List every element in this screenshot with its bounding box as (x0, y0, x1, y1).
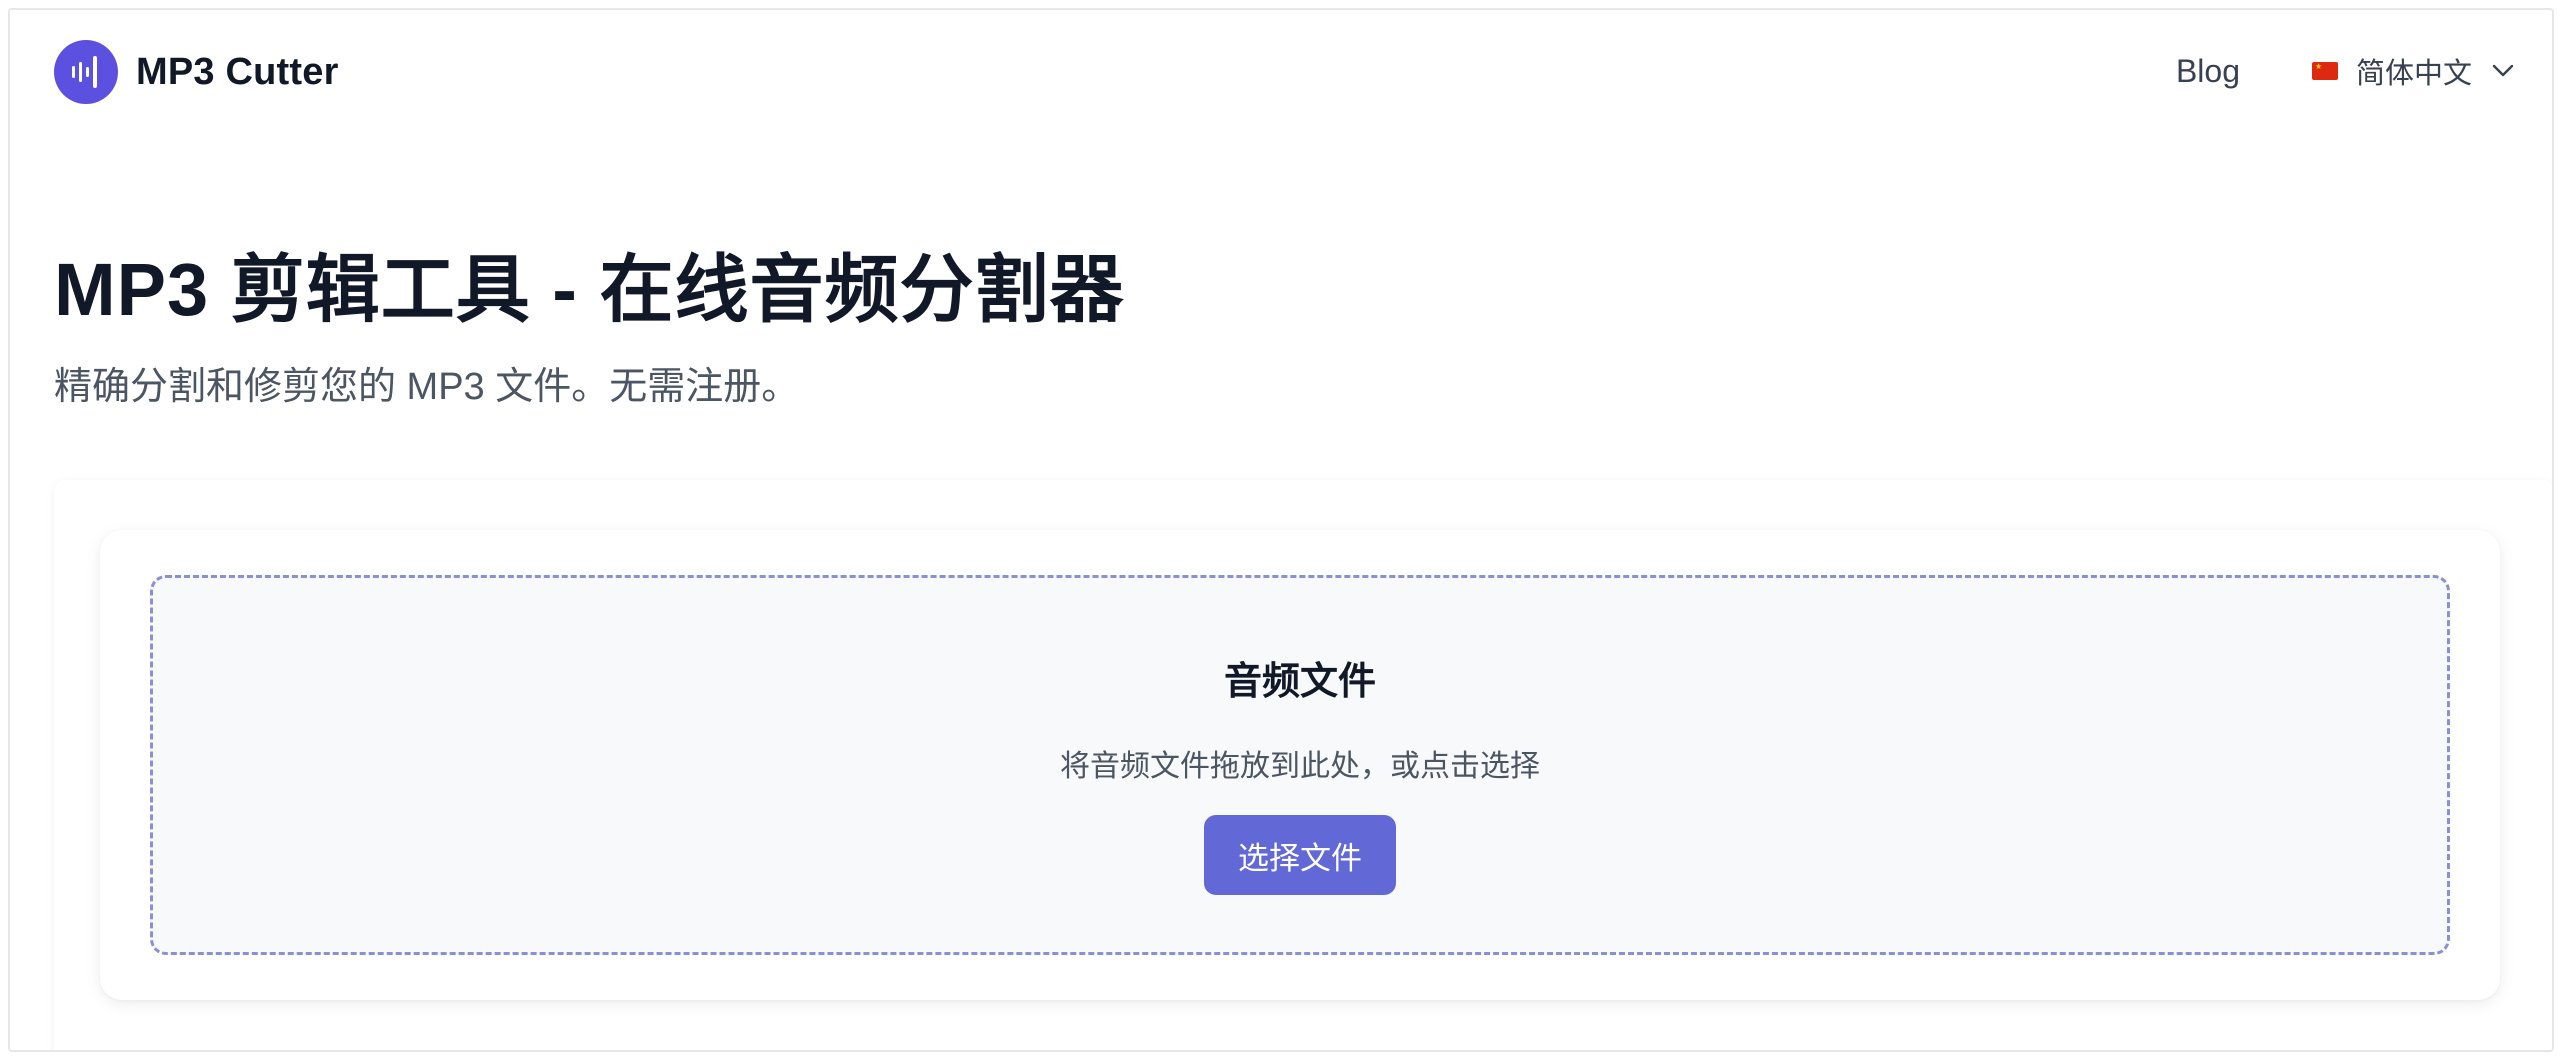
dropzone-hint: 将音频文件拖放到此处，或点击选择 (1060, 750, 1540, 783)
brand-link[interactable]: MP3 Cutter (54, 40, 339, 104)
page-subtitle: 精确分割和修剪您的 MP3 文件。无需注册。 (54, 366, 800, 408)
top-nav: Blog ★ 简体中文 (2176, 50, 2514, 92)
china-flag-icon: ★ (2311, 62, 2338, 80)
page-title: MP3 剪辑工具 - 在线音频分割器 (54, 248, 1125, 331)
brand-name: MP3 Cutter (136, 50, 339, 93)
nav-blog-link[interactable]: Blog (2176, 53, 2240, 90)
choose-file-button[interactable]: 选择文件 (1204, 815, 1396, 895)
waveform-icon (54, 40, 118, 104)
language-label: 简体中文 (2355, 58, 2472, 90)
audio-dropzone[interactable]: 音频文件 将音频文件拖放到此处，或点击选择 选择文件 (150, 575, 2450, 955)
page-frame: MP3 Cutter Blog ★ 简体中文 MP3 剪辑工具 - 在线音频分割… (8, 8, 2554, 1052)
chevron-down-icon (2492, 64, 2514, 78)
dropzone-title: 音频文件 (1223, 661, 1376, 703)
upload-card: 音频文件 将音频文件拖放到此处，或点击选择 选择文件 (100, 530, 2500, 1000)
language-selector[interactable]: ★ 简体中文 (2311, 50, 2514, 92)
site-header: MP3 Cutter Blog ★ 简体中文 (10, 10, 2552, 140)
